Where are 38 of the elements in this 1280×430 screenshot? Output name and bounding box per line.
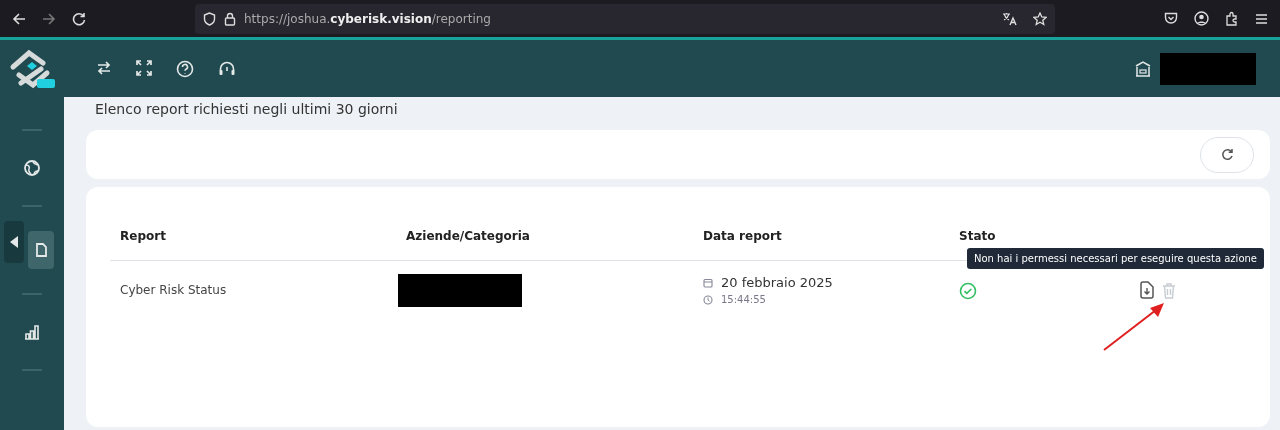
table-cell-text: Cyber Risk Status: [120, 282, 228, 299]
menu-icon[interactable]: [1255, 12, 1268, 25]
lock-icon: [224, 11, 236, 26]
column-header: Data report: [703, 227, 783, 245]
account-icon[interactable]: [1194, 11, 1209, 26]
reload-icon[interactable]: [72, 11, 86, 26]
sidebar-item[interactable]: [28, 231, 54, 269]
page-title: Elenco report richiesti negli ultimi 30 giorni: [95, 100, 399, 119]
shield-icon: [203, 11, 216, 26]
clock-icon: [703, 294, 713, 305]
star-icon[interactable]: [1033, 11, 1047, 26]
tooltip: Non hai i permessi necessari per eseguire questa azione: [967, 248, 1264, 269]
time-text: 15:44:55: [721, 293, 766, 308]
refresh-icon: [1220, 148, 1234, 161]
url-text: https://joshua.cyberisk.vision/reporting: [244, 10, 491, 28]
forward-icon[interactable]: [42, 11, 56, 26]
bar-chart-icon: [23, 323, 41, 341]
pocket-icon[interactable]: [1164, 12, 1178, 25]
extensions-icon[interactable]: [1225, 11, 1239, 26]
download-file-icon[interactable]: [1140, 281, 1154, 299]
date-text: 20 febbraio 2025: [721, 273, 833, 292]
column-header: Aziende/Categoria: [406, 227, 531, 245]
fullscreen-icon[interactable]: [136, 59, 152, 76]
building-icon: [1134, 59, 1152, 78]
refresh-button[interactable]: [1200, 136, 1254, 173]
headset-icon[interactable]: [218, 59, 236, 78]
annotation-arrow: [1102, 300, 1166, 352]
collapse-handle[interactable]: [4, 221, 24, 263]
address-bar[interactable]: https://joshua.cyberisk.vision/reporting: [195, 3, 1055, 34]
calendar-icon: [703, 277, 713, 288]
help-icon[interactable]: [176, 59, 194, 78]
back-icon[interactable]: [12, 11, 26, 26]
column-header: Report: [120, 227, 167, 245]
translate-icon[interactable]: [1002, 11, 1017, 26]
caret-icon: [9, 235, 19, 249]
column-header: Stato: [959, 227, 997, 245]
globe-icon: [23, 159, 41, 177]
swap-icon[interactable]: [96, 59, 112, 76]
